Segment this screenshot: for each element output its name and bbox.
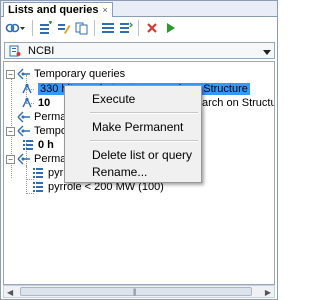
database-name: NCBI bbox=[28, 44, 55, 57]
collapse-icon[interactable]: − bbox=[6, 69, 15, 79]
tab-lists-and-queries[interactable]: Lists and queries × bbox=[3, 2, 113, 17]
menu-separator bbox=[90, 140, 198, 142]
menu-item-execute[interactable]: Execute bbox=[92, 92, 135, 106]
horizontal-scrollbar[interactable]: ◀ ||| ▶ bbox=[3, 285, 275, 298]
query-count: 10 bbox=[38, 97, 51, 109]
toolbar-separator bbox=[32, 20, 33, 36]
menu-separator bbox=[90, 112, 198, 114]
close-icon[interactable]: × bbox=[102, 5, 107, 15]
tree-node-permanent-queries[interactable]: − Perma bbox=[6, 110, 66, 124]
tree-label: Temporary queries bbox=[34, 68, 126, 80]
tree-label: Perma bbox=[34, 111, 67, 123]
context-menu: Execute Make Permanent Delete list or qu… bbox=[64, 85, 202, 183]
database-icon bbox=[8, 45, 22, 57]
copy-icon[interactable] bbox=[73, 19, 90, 37]
tree-node-query-10[interactable]: 10 bbox=[21, 96, 50, 110]
edit-icon[interactable] bbox=[55, 19, 72, 37]
run-icon[interactable] bbox=[161, 19, 178, 37]
scroll-left-icon[interactable]: ◀ bbox=[7, 288, 13, 297]
tree-node-temp-list-item[interactable]: 0 h bbox=[21, 138, 54, 152]
query-folder-icon bbox=[17, 68, 31, 80]
tree-node-permanent-lists[interactable]: − Perma bbox=[6, 152, 66, 166]
tree-node-temporary-queries[interactable]: − Temporary queries bbox=[6, 67, 125, 81]
list-icon bbox=[21, 139, 35, 151]
menu-item-delete[interactable]: Delete list or query bbox=[92, 148, 192, 162]
scroll-right-icon[interactable]: ▶ bbox=[265, 288, 271, 297]
query-label-tail-text: arch on Structure bbox=[202, 97, 274, 109]
query-icon bbox=[21, 83, 35, 95]
delete-icon[interactable] bbox=[143, 19, 160, 37]
tree-label: pyr bbox=[48, 167, 64, 179]
links-dropdown-icon[interactable] bbox=[4, 19, 28, 37]
list-icon bbox=[31, 167, 45, 179]
list-folder-icon bbox=[17, 153, 31, 165]
collapse-icon[interactable]: − bbox=[6, 126, 15, 136]
list-folder-icon bbox=[17, 125, 31, 137]
tree-label: Perma bbox=[34, 153, 67, 165]
query-icon bbox=[21, 97, 35, 109]
toolbar-separator bbox=[138, 20, 139, 36]
new-list-icon[interactable] bbox=[37, 19, 54, 37]
lists-and-queries-panel: Lists and queries × NCBI − Temporary que… bbox=[0, 0, 278, 300]
tree-label: 0 h bbox=[38, 139, 54, 151]
chevron-down-icon[interactable] bbox=[263, 47, 271, 59]
menu-item-rename[interactable]: Rename... bbox=[92, 165, 147, 179]
tree-node-list-1[interactable]: pyr bbox=[31, 166, 63, 180]
query-label-tail: arch on Structure bbox=[202, 96, 274, 110]
tree-connector bbox=[26, 166, 27, 194]
panel-tab-bar: Lists and queries × bbox=[1, 1, 277, 17]
toolbar bbox=[1, 17, 277, 39]
list-icon bbox=[31, 181, 45, 193]
tab-title: Lists and queries bbox=[8, 4, 99, 16]
scrollbar-thumb[interactable]: ||| bbox=[20, 287, 252, 296]
list-icon[interactable] bbox=[99, 19, 116, 37]
collapse-icon[interactable]: − bbox=[6, 154, 15, 164]
list-sort-icon[interactable] bbox=[117, 19, 134, 37]
database-select[interactable]: NCBI bbox=[4, 42, 275, 59]
toolbar-separator bbox=[94, 20, 95, 36]
menu-item-make-permanent[interactable]: Make Permanent bbox=[92, 120, 183, 134]
grip-icon: ||| bbox=[133, 289, 137, 296]
query-folder-icon bbox=[17, 111, 31, 123]
